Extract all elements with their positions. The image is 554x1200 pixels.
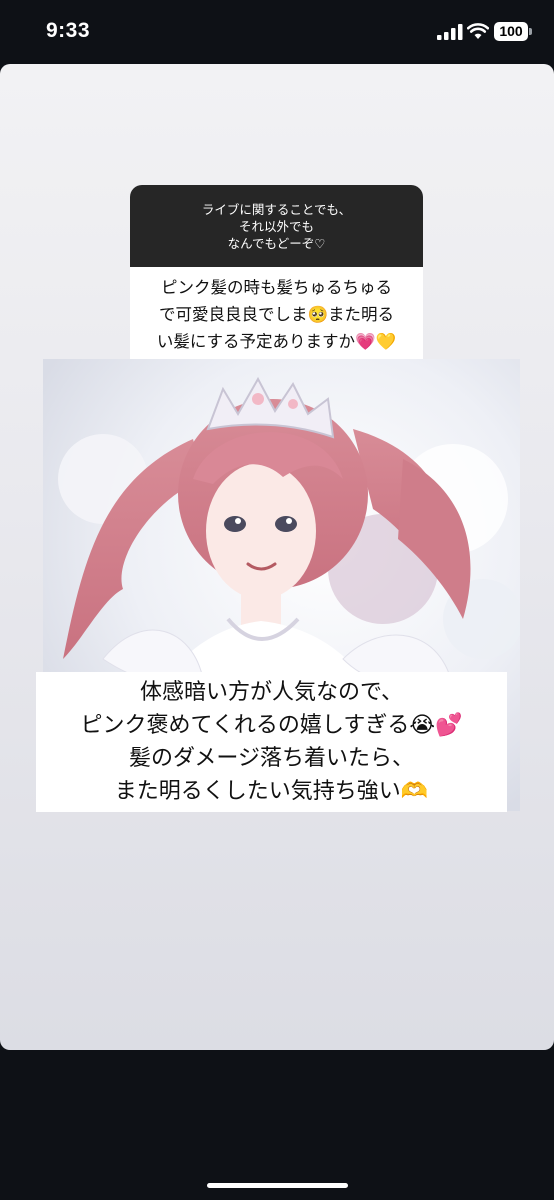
prompt-line: ライブに関することでも、 [201, 201, 352, 217]
status-time: 9:33 [46, 19, 91, 42]
prompt-line: それ以外でも [238, 218, 314, 234]
story-card[interactable]: ライブに関することでも、 それ以外でも なんでもどーぞ♡ ピンク髪の時も髪ちゅる… [0, 64, 554, 1050]
caption-line: ピンク褒めてくれるの嬉しすぎる😭💕 [80, 713, 463, 738]
prompt-line: なんでもどーぞ♡ [227, 235, 326, 251]
caption-line: また明るくしたい気持ち強い🫶 [114, 779, 429, 804]
wifi-icon [467, 23, 489, 39]
battery-cap [529, 28, 532, 35]
answer-line: い髪にする予定ありますか💗💛 [156, 332, 397, 351]
question-sticker-prompt: ライブに関することでも、 それ以外でも なんでもどーぞ♡ [130, 185, 423, 267]
cellular-signal-icon [437, 24, 463, 40]
battery-level: 100 [499, 23, 523, 39]
answer-line: で可愛良良良でしま🥺また明る [158, 305, 395, 324]
battery-indicator: 100 [494, 22, 528, 41]
question-sticker-answer: ピンク髪の時も髪ちゅるちゅる で可愛良良良でしま🥺また明る い髪にする予定ありま… [130, 267, 423, 362]
status-bar: 9:33 100 [0, 0, 554, 64]
caption-line: 髪のダメージ落ち着いたら、 [129, 746, 414, 771]
caption-line: 体感暗い方が人気なので、 [139, 680, 404, 705]
home-indicator[interactable] [207, 1183, 348, 1188]
answer-line: ピンク髪の時も髪ちゅるちゅる [161, 278, 392, 297]
story-caption: 体感暗い方が人気なので、 ピンク褒めてくれるの嬉しすぎる😭💕 髪のダメージ落ち着… [36, 672, 507, 812]
